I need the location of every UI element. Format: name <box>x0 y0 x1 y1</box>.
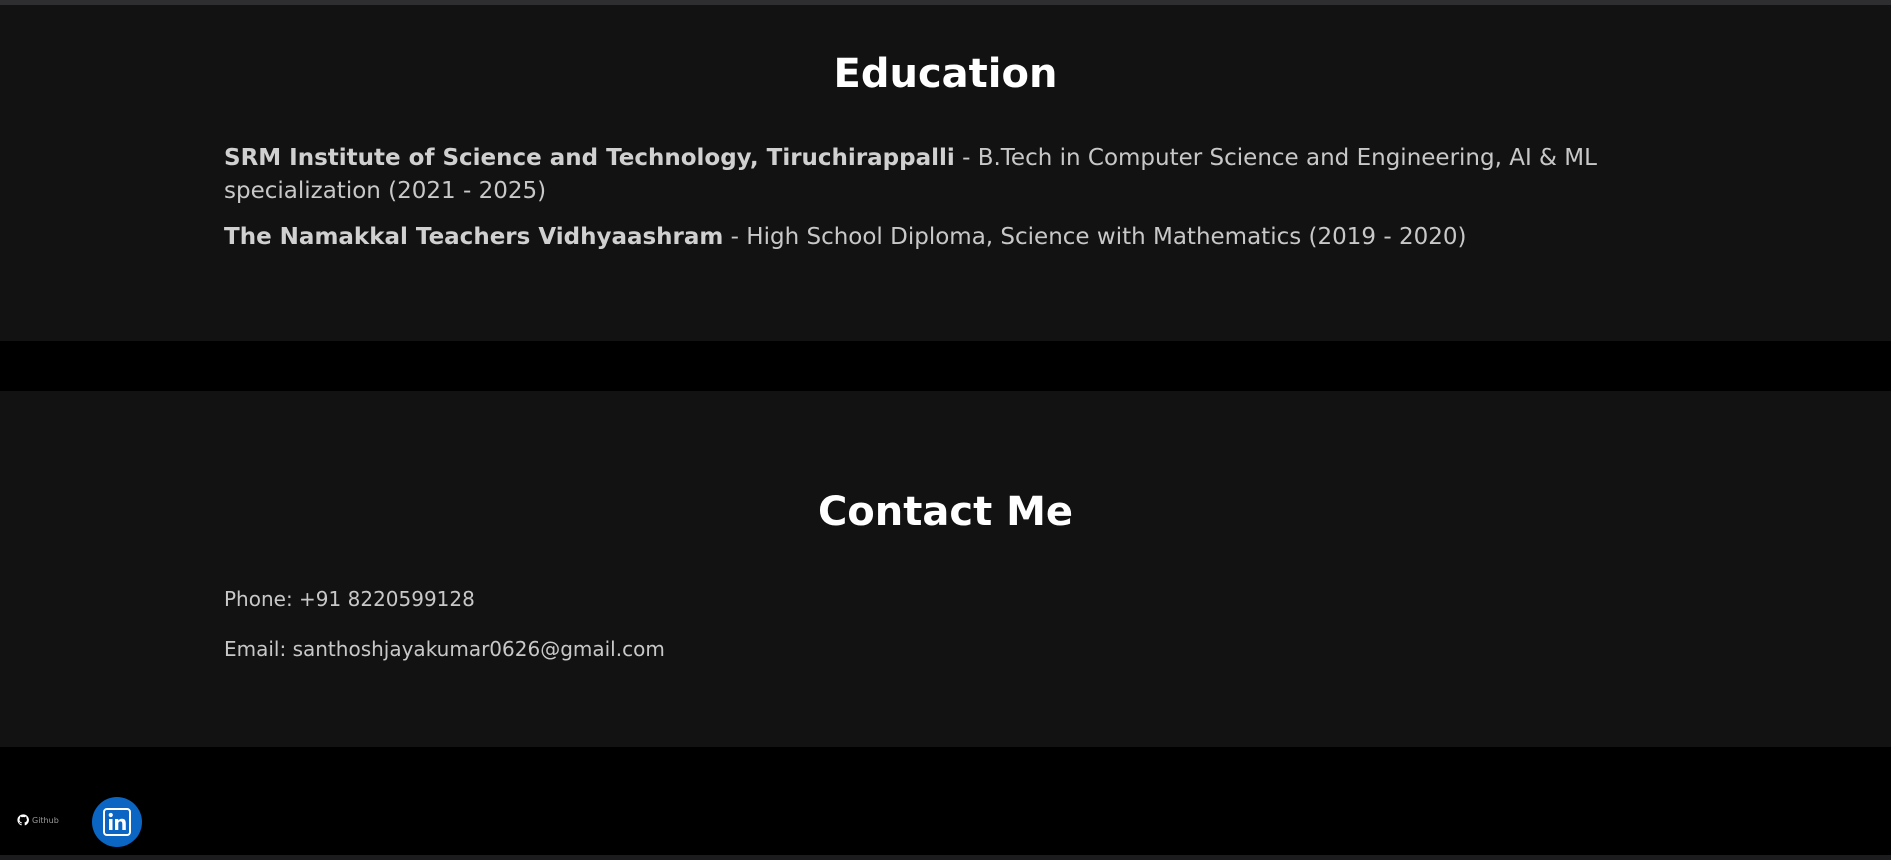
education-school: SRM Institute of Science and Technology,… <box>224 145 955 171</box>
contact-email: Email: santhoshjayakumar0626@gmail.com <box>224 637 665 661</box>
education-detail: - High School Diploma, Science with Math… <box>723 224 1467 250</box>
window-bottom-edge <box>0 855 1891 860</box>
footer <box>0 747 1891 855</box>
education-school: The Namakkal Teachers Vidhyaashram <box>224 224 724 250</box>
education-item: The Namakkal Teachers Vidhyaashram - Hig… <box>224 221 1704 254</box>
contact-phone: Phone: +91 8220599128 <box>224 587 475 611</box>
education-title: Education <box>833 51 1058 97</box>
education-list: SRM Institute of Science and Technology,… <box>224 142 1704 267</box>
github-icon <box>17 814 29 826</box>
linkedin-button[interactable] <box>92 797 142 847</box>
contact-section <box>0 391 1891 747</box>
github-label: Github <box>32 815 59 825</box>
linkedin-icon <box>103 808 131 836</box>
contact-title: Contact Me <box>817 489 1074 535</box>
education-item: SRM Institute of Science and Technology,… <box>224 142 1704 208</box>
github-link[interactable]: Github <box>17 814 59 826</box>
